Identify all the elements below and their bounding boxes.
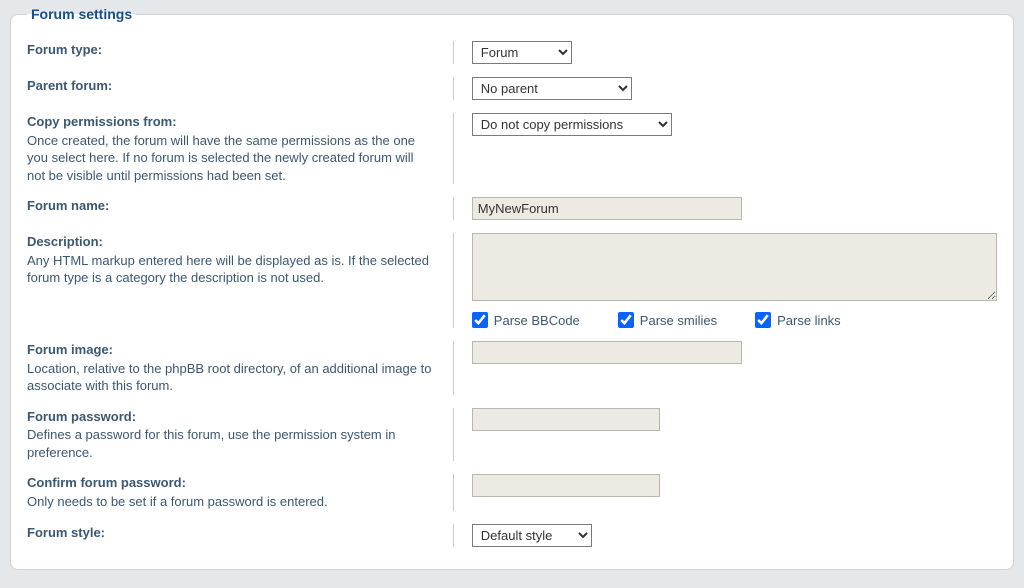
forum-name-input[interactable] — [472, 197, 742, 220]
copy-permissions-select[interactable]: Do not copy permissions — [472, 113, 672, 136]
forum-type-label: Forum type: — [27, 41, 435, 59]
parse-bbcode-label: Parse BBCode — [494, 313, 580, 328]
confirm-password-label: Confirm forum password: — [27, 474, 435, 492]
forum-settings-fieldset: Forum settings Forum type: Forum Parent … — [10, 6, 1014, 570]
description-textarea[interactable] — [472, 233, 997, 301]
forum-settings-legend: Forum settings — [27, 6, 136, 22]
parse-smilies-label: Parse smilies — [640, 313, 717, 328]
forum-image-input[interactable] — [472, 341, 742, 364]
forum-password-help: Defines a password for this forum, use t… — [27, 426, 435, 461]
parse-bbcode-option[interactable]: Parse BBCode — [472, 312, 580, 328]
forum-password-input[interactable] — [472, 408, 660, 431]
forum-name-label: Forum name: — [27, 197, 435, 215]
forum-password-label: Forum password: — [27, 408, 435, 426]
parse-bbcode-checkbox[interactable] — [472, 312, 488, 328]
parse-links-option[interactable]: Parse links — [755, 312, 841, 328]
parse-links-checkbox[interactable] — [755, 312, 771, 328]
forum-style-select[interactable]: Default style — [472, 524, 592, 547]
confirm-password-help: Only needs to be set if a forum password… — [27, 493, 435, 511]
description-help: Any HTML markup entered here will be dis… — [27, 252, 435, 287]
forum-image-label: Forum image: — [27, 341, 435, 359]
description-parse-options: Parse BBCode Parse smilies Parse links — [472, 312, 997, 328]
forum-type-select[interactable]: Forum — [472, 41, 572, 64]
forum-style-label: Forum style: — [27, 524, 435, 542]
parse-smilies-checkbox[interactable] — [618, 312, 634, 328]
copy-permissions-label: Copy permissions from: — [27, 113, 435, 131]
confirm-password-input[interactable] — [472, 474, 660, 497]
description-label: Description: — [27, 233, 435, 251]
copy-permissions-help: Once created, the forum will have the sa… — [27, 132, 435, 185]
parse-smilies-option[interactable]: Parse smilies — [618, 312, 717, 328]
parse-links-label: Parse links — [777, 313, 841, 328]
forum-image-help: Location, relative to the phpBB root dir… — [27, 360, 435, 395]
parent-forum-label: Parent forum: — [27, 77, 435, 95]
parent-forum-select[interactable]: No parent — [472, 77, 632, 100]
